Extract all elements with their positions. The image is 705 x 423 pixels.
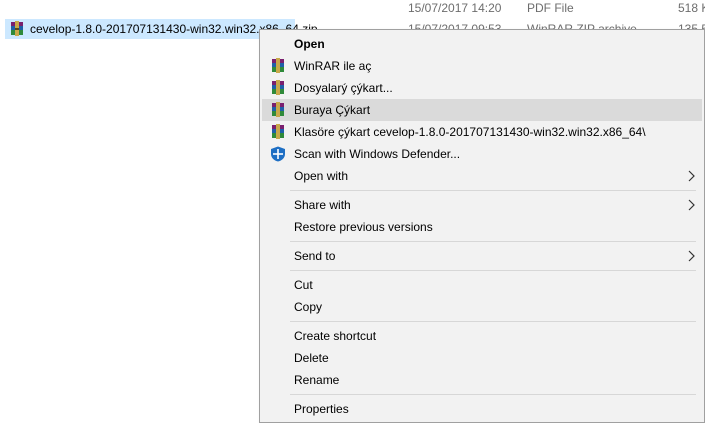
menu-item-open[interactable]: Open xyxy=(262,33,702,55)
menu-item-extract-to-folder[interactable]: Klasöre çýkart cevelop-1.8.0-20170713143… xyxy=(262,121,702,143)
chevron-right-icon xyxy=(688,250,696,262)
menu-separator xyxy=(290,190,696,191)
menu-item-delete[interactable]: Delete xyxy=(262,347,702,369)
menu-item-cut[interactable]: Cut xyxy=(262,274,702,296)
menu-item-label: Open with xyxy=(294,169,349,183)
chevron-right-icon xyxy=(688,199,696,211)
menu-item-properties[interactable]: Properties xyxy=(262,398,702,420)
winrar-icon xyxy=(270,80,286,96)
menu-item-scan-defender[interactable]: Scan with Windows Defender... xyxy=(262,143,702,165)
windows-defender-icon xyxy=(270,146,286,162)
menu-item-label: Cut xyxy=(294,278,313,292)
menu-item-label: Copy xyxy=(294,300,323,314)
menu-item-label: Scan with Windows Defender... xyxy=(294,147,461,161)
file-row-previous[interactable]: 15/07/2017 14:20 PDF File 518 K xyxy=(0,0,705,18)
file-size: 518 K xyxy=(678,1,705,15)
menu-item-label: Open xyxy=(294,37,325,51)
menu-item-extract-files[interactable]: Dosyalarý çýkart... xyxy=(262,77,702,99)
menu-item-label: WinRAR ile aç xyxy=(294,59,372,73)
menu-separator xyxy=(290,241,696,242)
chevron-right-icon xyxy=(688,170,696,182)
context-menu: Open WinRAR ile aç Dosyalarý çýkart... B… xyxy=(259,29,705,423)
menu-separator xyxy=(290,394,696,395)
menu-item-label: Properties xyxy=(294,402,349,416)
menu-item-winrar-open[interactable]: WinRAR ile aç xyxy=(262,55,702,77)
menu-separator xyxy=(290,321,696,322)
winrar-icon xyxy=(270,124,286,140)
menu-item-create-shortcut[interactable]: Create shortcut xyxy=(262,325,702,347)
menu-item-label: Share with xyxy=(294,198,351,212)
file-explorer: 15/07/2017 14:20 PDF File 518 K cevelop-… xyxy=(0,0,705,423)
menu-item-label: Buraya Çýkart xyxy=(294,103,371,117)
menu-separator xyxy=(290,270,696,271)
menu-item-send-to[interactable]: Send to xyxy=(262,245,702,267)
file-type: PDF File xyxy=(527,1,574,15)
menu-item-copy[interactable]: Copy xyxy=(262,296,702,318)
menu-item-restore-previous[interactable]: Restore previous versions xyxy=(262,216,702,238)
menu-item-label: Send to xyxy=(294,249,336,263)
menu-item-label: Rename xyxy=(294,373,340,387)
menu-item-rename[interactable]: Rename xyxy=(262,369,702,391)
menu-item-extract-here[interactable]: Buraya Çýkart xyxy=(262,99,702,121)
winrar-archive-icon xyxy=(9,21,25,37)
menu-item-label: Klasöre çýkart cevelop-1.8.0-20170713143… xyxy=(294,125,646,139)
menu-item-label: Restore previous versions xyxy=(294,220,433,234)
winrar-icon xyxy=(270,102,286,118)
menu-item-label: Dosyalarý çýkart... xyxy=(294,81,393,95)
winrar-icon xyxy=(270,58,286,74)
file-date: 15/07/2017 14:20 xyxy=(408,1,502,15)
menu-item-open-with[interactable]: Open with xyxy=(262,165,702,187)
menu-item-label: Create shortcut xyxy=(294,329,377,343)
menu-item-share-with[interactable]: Share with xyxy=(262,194,702,216)
menu-item-label: Delete xyxy=(294,351,329,365)
